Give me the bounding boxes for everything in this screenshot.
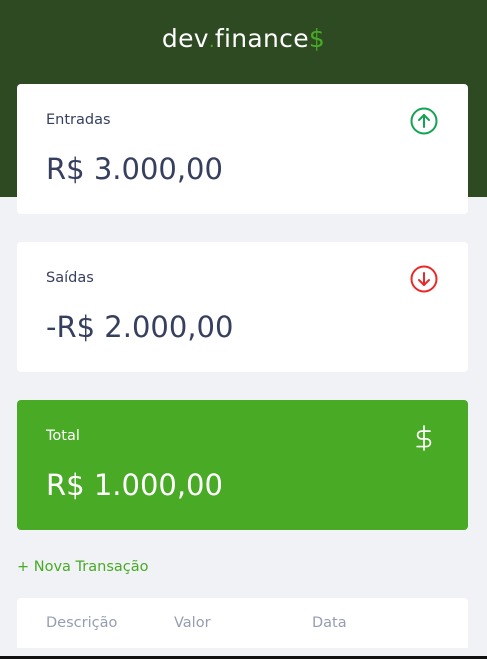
logo-text-dev: dev <box>161 24 209 53</box>
dollar-icon <box>416 425 432 451</box>
expense-label: Saídas <box>46 270 94 286</box>
arrow-up-circle-icon <box>410 107 438 135</box>
column-header-description: Descrição <box>46 615 118 631</box>
income-value: R$ 3.000,00 <box>46 152 223 186</box>
total-label: Total <box>46 428 80 444</box>
logo-text-finance: finance <box>214 24 309 53</box>
expense-card: Saídas -R$ 2.000,00 <box>17 242 468 372</box>
total-card: Total R$ 1.000,00 <box>17 400 468 530</box>
expense-value: -R$ 2.000,00 <box>46 310 234 344</box>
income-card: Entradas R$ 3.000,00 <box>17 84 468 214</box>
logo-dollar-symbol: $ <box>308 24 326 53</box>
app-logo: dev.finance$ <box>0 24 487 53</box>
total-value: R$ 1.000,00 <box>46 468 223 502</box>
income-label: Entradas <box>46 112 111 128</box>
column-header-amount: Valor <box>174 615 211 631</box>
transactions-table: Descrição Valor Data <box>17 598 468 648</box>
new-transaction-button[interactable]: + Nova Transação <box>17 559 148 575</box>
column-header-date: Data <box>312 615 347 631</box>
arrow-down-circle-icon <box>410 265 438 293</box>
